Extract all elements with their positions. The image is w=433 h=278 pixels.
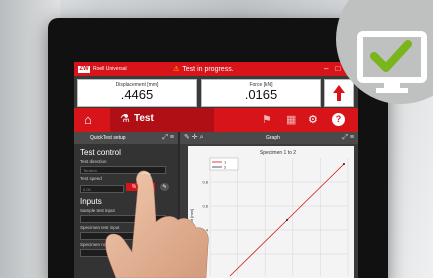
sample-input-label: Sample test input bbox=[80, 208, 115, 213]
inputs-heading: Inputs bbox=[80, 197, 102, 206]
y-tick-label: 0.6 bbox=[202, 204, 208, 209]
force-value: .0165 bbox=[244, 87, 278, 102]
minimize-button[interactable]: – bbox=[324, 63, 328, 75]
tab-test[interactable]: ⚗ Test bbox=[110, 108, 214, 132]
speed-unit[interactable]: % bbox=[126, 183, 142, 191]
quicktest-panel: QuickTest setup ⤢ ≡ Test control Test di… bbox=[74, 132, 178, 278]
displacement-value: .4465 bbox=[120, 87, 154, 102]
quicktest-header: QuickTest setup ⤢ ≡ bbox=[74, 132, 178, 144]
y-axis-label: Displacement [mm] bbox=[189, 209, 194, 243]
y-tick-label: 0.4 bbox=[202, 228, 208, 233]
app-name: Roell Universal bbox=[93, 66, 127, 72]
test-icon: ⚗ bbox=[120, 113, 130, 125]
graph-plot-area[interactable]: Specimen 1 to 2 Displacement [mm] 0.8 0.6… bbox=[188, 146, 354, 278]
specimen-input-label: Specimen test input bbox=[80, 225, 120, 230]
photo-scene: ZW Roell Universal ⚠ Test in progress. –… bbox=[0, 0, 433, 278]
y-tick-label: 0.2 bbox=[202, 252, 208, 257]
tab-test-label: Test bbox=[134, 113, 154, 124]
graph-menu-icon[interactable]: ⤢ ≡ bbox=[342, 132, 354, 144]
specimen-note-field[interactable] bbox=[80, 249, 166, 257]
readout-bar: Displacement [mm] .4465 Force [kN] .0165 bbox=[74, 76, 358, 108]
specimen-input-field[interactable] bbox=[80, 232, 166, 240]
settings-icon[interactable]: ⚙ bbox=[308, 113, 318, 126]
test-status: Test in progress. bbox=[182, 65, 234, 73]
data-point bbox=[286, 219, 288, 221]
save-icon[interactable]: ▦ bbox=[286, 113, 296, 126]
warning-icon: ⚠ bbox=[173, 66, 180, 73]
chart-title: Specimen 1 to 2 bbox=[260, 150, 296, 156]
data-point bbox=[343, 163, 345, 165]
testxpert-screen: ZW Roell Universal ⚠ Test in progress. –… bbox=[74, 62, 358, 278]
quicktest-title: QuickTest setup bbox=[90, 135, 126, 141]
graph-panel: ✎ ✛ ⌕ Graph ⤢ ≡ Specimen 1 to 2 Displace… bbox=[180, 132, 358, 278]
test-speed-row: 5.00 % ▾ ✎ bbox=[74, 183, 178, 193]
panel-menu-icon[interactable]: ⤢ ≡ bbox=[162, 132, 174, 144]
chart-legend: 1 2 bbox=[209, 157, 239, 171]
monitor-check-icon bbox=[357, 31, 427, 93]
displacement-readout: Displacement [mm] .4465 bbox=[77, 79, 197, 107]
finish-flag-icon[interactable]: ⚑ bbox=[262, 113, 272, 126]
monitor-check-badge bbox=[336, 0, 433, 104]
app-logo: ZW bbox=[78, 65, 90, 73]
main-toolbar: ⌂ ⚗ Test ⚑ ▦ ⚙ ? bbox=[74, 108, 358, 132]
test-direction-field[interactable]: Tension bbox=[80, 166, 166, 174]
title-bar: ZW Roell Universal ⚠ Test in progress. –… bbox=[74, 62, 358, 76]
sample-input-field[interactable] bbox=[80, 215, 166, 223]
chevron-down-icon[interactable]: ▾ bbox=[146, 183, 155, 191]
y-tick-label: 0.8 bbox=[202, 180, 208, 185]
graph-header: ✎ ✛ ⌕ Graph ⤢ ≡ bbox=[180, 132, 358, 144]
test-speed-field[interactable]: 5.00 bbox=[80, 185, 124, 193]
edit-icon[interactable]: ✎ bbox=[160, 183, 169, 191]
chart-svg: Specimen 1 to 2 Displacement [mm] 0.8 0.6… bbox=[189, 150, 349, 277]
test-control-heading: Test control bbox=[80, 148, 121, 157]
home-icon[interactable]: ⌂ bbox=[84, 113, 92, 127]
force-readout: Force [kN] .0165 bbox=[201, 79, 321, 107]
graph-panel-title: Graph bbox=[266, 135, 280, 141]
specimen-note-label: Specimen note bbox=[80, 242, 111, 247]
test-direction-label: Test direction bbox=[80, 159, 107, 164]
test-speed-label: Test speed bbox=[80, 176, 102, 181]
help-button[interactable]: ? bbox=[332, 113, 345, 126]
graph-tools-icon[interactable]: ✎ ✛ ⌕ bbox=[184, 132, 204, 144]
